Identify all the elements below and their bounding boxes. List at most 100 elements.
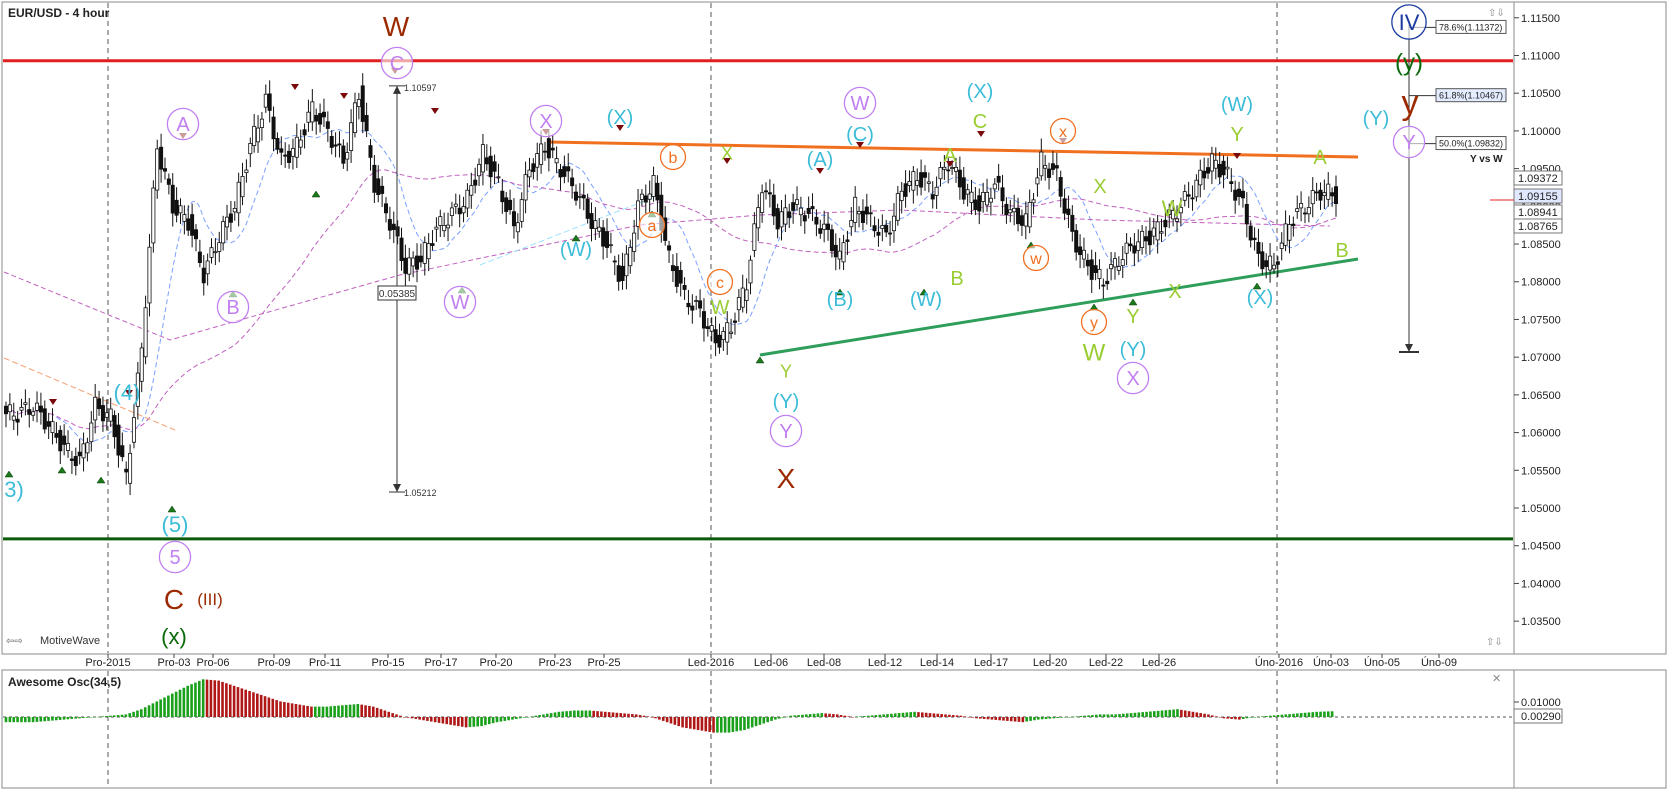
osc-bar <box>290 703 294 717</box>
candle-body <box>294 136 299 158</box>
osc-bar <box>936 713 940 717</box>
osc-bar <box>43 717 46 722</box>
wave-label: (4) <box>114 380 141 405</box>
osc-bar <box>526 717 530 718</box>
y-tick-label: 1.04500 <box>1521 541 1561 553</box>
measure-tool: 1.10597 1.05212 0.05385 <box>377 83 437 498</box>
candle-body <box>139 347 144 382</box>
candle-body <box>298 139 303 148</box>
osc-bar <box>959 715 963 717</box>
osc-bar <box>85 717 89 718</box>
wave-label: W <box>711 297 730 319</box>
candle-body <box>775 208 780 230</box>
osc-bar <box>650 717 653 718</box>
watermark-nav-icon[interactable]: ⇦⇨ <box>6 636 23 647</box>
osc-bar <box>1207 714 1210 717</box>
osc-bar <box>944 714 947 717</box>
osc-bar <box>805 714 808 717</box>
wave-label: W <box>851 93 870 115</box>
osc-bar <box>522 717 526 718</box>
candle-body <box>1229 181 1234 184</box>
pane-arrows-bottom-icon[interactable]: ⇧⇩ <box>1486 637 1503 648</box>
candle-body <box>1070 214 1075 232</box>
candle-body <box>826 223 831 230</box>
x-tick-label: Pro-11 <box>309 657 341 669</box>
osc-bar <box>897 713 901 717</box>
osc-bar <box>1183 710 1187 717</box>
osc-bar <box>677 717 681 727</box>
osc-bar <box>31 717 35 723</box>
osc-bar <box>1230 717 1233 719</box>
x-tick-label: Pro-15 <box>371 657 404 669</box>
wave-label: x <box>1059 124 1067 141</box>
candle-body <box>601 227 606 247</box>
osc-bar <box>843 715 847 717</box>
candle-body <box>860 210 865 223</box>
osc-bar <box>971 717 974 718</box>
osc-bar <box>209 679 213 717</box>
osc-bar <box>418 717 421 720</box>
osc-bar <box>901 712 905 717</box>
candle-body <box>197 251 202 263</box>
osc-bar <box>990 717 994 720</box>
osc-bar <box>1129 713 1133 717</box>
osc-bar <box>286 702 290 717</box>
candle-body <box>961 177 966 200</box>
wave-label: (W) <box>910 289 942 311</box>
wave-label: W <box>1083 340 1106 367</box>
osc-bar <box>1299 713 1303 717</box>
candle-body <box>1248 225 1253 241</box>
osc-bar <box>948 714 951 717</box>
candle-body <box>290 148 295 157</box>
candle-body <box>69 458 74 461</box>
candle-body <box>399 237 404 261</box>
osc-bar <box>163 697 166 717</box>
candle-body <box>1163 219 1168 228</box>
pane-arrows-icon[interactable]: ⇧⇩ <box>1488 8 1505 19</box>
osc-bar <box>1071 716 1075 718</box>
osc-bar <box>248 691 251 717</box>
candle-body <box>1233 189 1238 201</box>
candle-body <box>1085 259 1090 267</box>
osc-bar <box>395 714 398 717</box>
osc-bar <box>4 717 8 723</box>
osc-bar <box>128 713 132 717</box>
osc-close-icon[interactable]: ✕ <box>1492 673 1501 685</box>
candle-body <box>1089 259 1094 280</box>
chart-window: 1.10597 1.05212 0.05385 78.6%(1.11372) 61.8… <box>0 0 1668 790</box>
osc-bar <box>1122 713 1125 717</box>
osc-bar <box>1272 715 1276 717</box>
session-separators <box>107 3 1278 787</box>
candle-body <box>597 226 602 232</box>
candle-body <box>868 212 873 215</box>
osc-bar <box>824 713 827 717</box>
x-tick-label: Led-06 <box>754 657 788 669</box>
candle-body <box>341 145 346 164</box>
osc-bar <box>1265 716 1268 717</box>
candles <box>4 73 1339 496</box>
candle-body <box>996 175 1001 183</box>
candle-body <box>515 222 520 233</box>
x-tick-label: Pro-2015 <box>85 657 130 669</box>
candle-body <box>1252 237 1257 241</box>
candle-body <box>616 265 621 282</box>
osc-bar <box>832 714 835 717</box>
candle-body <box>104 412 109 418</box>
osc-bar <box>1064 717 1067 718</box>
osc-bar <box>1141 712 1144 717</box>
x-tick-label: Úno-2016 <box>1255 656 1303 669</box>
candle-body <box>42 408 47 430</box>
candle-body <box>1206 167 1211 174</box>
osc-bar <box>402 717 406 718</box>
wave-label: W <box>1162 196 1183 221</box>
candle-body <box>337 143 342 146</box>
y-tick-label: 1.07500 <box>1521 314 1561 326</box>
x-tick-label: Pro-17 <box>424 657 457 669</box>
x-tick-label: Pro-25 <box>587 657 620 669</box>
osc-bar <box>998 717 1001 721</box>
osc-bar <box>132 711 135 717</box>
price-tag-label: 1.09372 <box>1518 173 1558 185</box>
candle-body <box>891 215 896 232</box>
wave-label: (W) <box>560 239 592 261</box>
osc-bar <box>178 689 182 717</box>
